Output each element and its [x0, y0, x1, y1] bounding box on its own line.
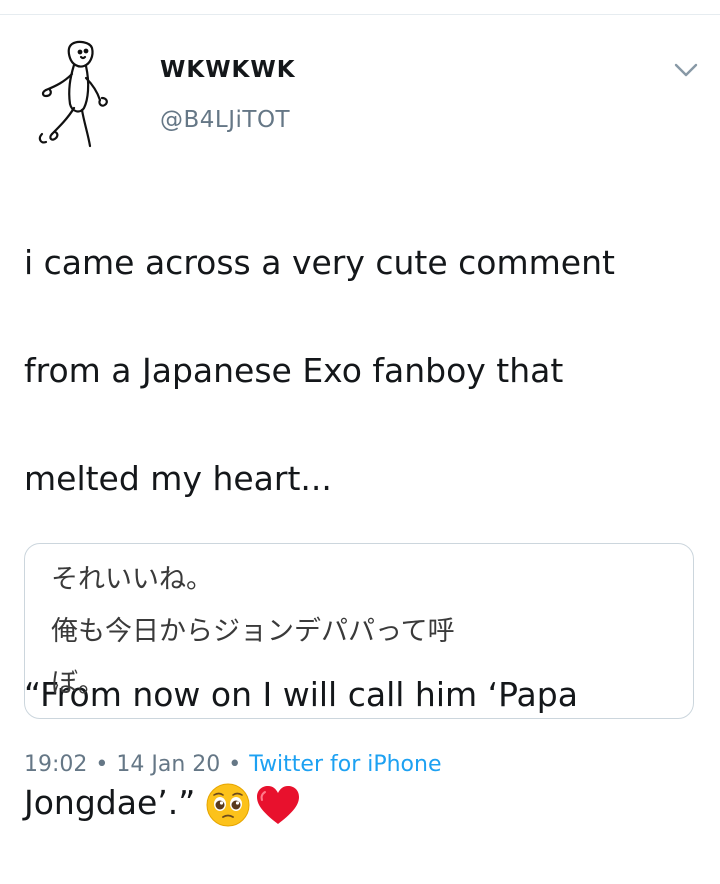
separator-dot: •	[228, 752, 242, 777]
tweet-text-line: from a Japanese Exo fanboy that	[24, 351, 564, 390]
tweet-text-line-last: Jongdae’.”	[24, 776, 704, 830]
tweet-text-fragment: Jongdae’.”	[24, 783, 196, 822]
top-divider	[0, 14, 720, 15]
quoted-text-line: ぼ。	[51, 668, 105, 699]
display-name[interactable]: WKWKWK	[160, 57, 296, 83]
quoted-image-card[interactable]: それいいね。 俺も今日からジョンデパパって呼 ぼ。	[24, 543, 694, 719]
quoted-text-line: それいいね。	[51, 564, 213, 595]
quoted-text-line: 俺も今日からジョンデパパって呼	[51, 616, 455, 647]
user-handle[interactable]: @B4LJiTOT	[160, 107, 290, 133]
chevron-down-icon[interactable]	[670, 58, 702, 82]
red-heart-icon	[257, 785, 300, 824]
tweet-text-line: i came across a very cute comment	[24, 243, 615, 282]
tweet-date: 14 Jan 20	[116, 752, 221, 777]
tweet-metadata: 19:02 • 14 Jan 20 • Twitter for iPhone	[24, 752, 442, 777]
quoted-text: それいいね。 俺も今日からジョンデパパって呼 ぼ。	[51, 554, 651, 710]
tweet-source-link[interactable]: Twitter for iPhone	[249, 752, 441, 777]
emoji-group	[205, 782, 301, 828]
tweet-text: i came across a very cute comment from a…	[24, 182, 704, 884]
separator-dot: •	[95, 752, 109, 777]
tweet-text-line: melted my heart...	[24, 459, 332, 498]
avatar[interactable]	[28, 38, 126, 150]
tweet-time: 19:02	[24, 752, 88, 777]
pleading-face-icon	[206, 783, 250, 826]
